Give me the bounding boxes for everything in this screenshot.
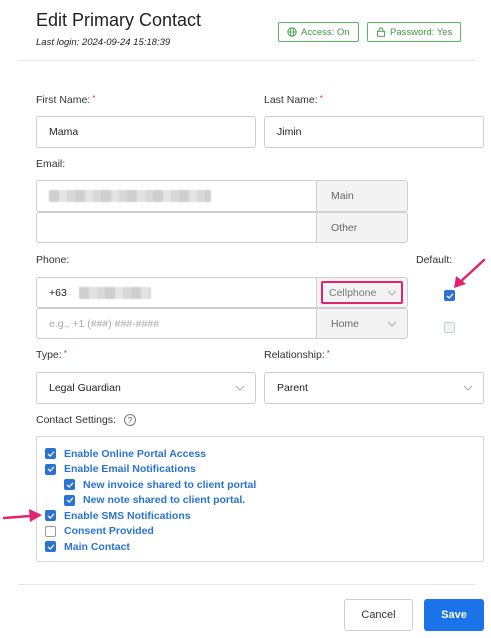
last-name-value: Jimin: [277, 126, 302, 138]
setting-label: Main Contact: [64, 540, 130, 553]
check-icon: [47, 451, 54, 457]
setting-row[interactable]: Enable Email Notifications: [45, 462, 256, 478]
header-divider: [18, 60, 475, 61]
setting-label: New note shared to client portal.: [83, 494, 246, 507]
required-mark: *: [326, 349, 330, 358]
setting-label: Enable Online Portal Access: [64, 447, 206, 460]
last-name-input[interactable]: Jimin: [264, 116, 484, 148]
setting-row[interactable]: Enable Online Portal Access: [45, 446, 256, 462]
contact-settings-label-text: Contact Settings:: [36, 414, 116, 426]
phone-type-select-1[interactable]: Cellphone: [316, 277, 408, 308]
setting-checkbox[interactable]: [45, 525, 56, 537]
access-badge: Access: On: [278, 22, 359, 42]
setting-checkbox[interactable]: [64, 479, 75, 491]
type-label: Type: *: [36, 349, 67, 361]
phone-type-select-2[interactable]: Home: [316, 308, 408, 339]
setting-row[interactable]: New note shared to client portal.: [45, 493, 256, 509]
setting-label: Enable Email Notifications: [64, 463, 196, 476]
lock-icon: [377, 27, 385, 37]
phone-input-1[interactable]: +63: [36, 277, 317, 308]
help-icon[interactable]: ?: [123, 414, 136, 426]
setting-row[interactable]: Enable SMS Notifications: [45, 508, 256, 524]
redacted-email: [49, 190, 211, 202]
setting-label: Enable SMS Notifications: [64, 509, 191, 522]
last-name-label-text: Last Name:: [264, 94, 318, 106]
annotation-arrow-icon: [2, 509, 42, 522]
footer-divider: [18, 584, 475, 585]
chevron-down-icon: [387, 290, 397, 296]
globe-icon: [287, 27, 297, 37]
default-phone-checkbox-2[interactable]: [444, 322, 455, 333]
type-label-text: Type:: [36, 349, 62, 361]
default-label: Default:: [416, 254, 453, 266]
annotation-arrow-icon: [454, 258, 486, 288]
phone-prefix: +63: [49, 286, 67, 299]
first-name-label: First Name: *: [36, 94, 95, 106]
email-main-tag: Main: [316, 180, 408, 212]
setting-checkbox[interactable]: [64, 494, 75, 506]
first-name-input[interactable]: Mama: [36, 116, 256, 148]
phone-input-2[interactable]: e.g., +1 (###) ###-####: [36, 308, 317, 339]
phone-type-highlight: Cellphone: [321, 281, 403, 304]
first-name-label-text: First Name:: [36, 94, 91, 106]
contact-settings-label: Contact Settings: ?: [36, 414, 136, 426]
check-icon: [47, 544, 54, 550]
setting-checkbox[interactable]: [45, 448, 56, 460]
email-other-input[interactable]: [36, 212, 317, 243]
first-name-value: Mama: [49, 126, 79, 138]
save-button[interactable]: Save: [424, 599, 484, 631]
check-icon: [66, 482, 73, 488]
email-other-tag: Other: [316, 212, 408, 243]
password-badge-label: Password: Yes: [390, 26, 453, 38]
email-main-input[interactable]: [36, 180, 317, 212]
chevron-down-icon: [235, 385, 245, 391]
relationship-label: Relationship: *: [264, 349, 330, 361]
cancel-button[interactable]: Cancel: [344, 599, 413, 631]
relationship-label-text: Relationship:: [264, 349, 325, 361]
contact-settings-box: Enable Online Portal Access Enable Email …: [36, 436, 484, 562]
relationship-value: Parent: [277, 382, 308, 394]
phone-label: Phone:: [36, 254, 70, 266]
setting-checkbox[interactable]: [45, 463, 56, 475]
required-mark: *: [92, 94, 96, 103]
check-icon: [47, 513, 54, 519]
redacted-phone: [78, 286, 151, 299]
last-name-label: Last Name: *: [264, 94, 323, 106]
setting-label: New invoice shared to client portal: [83, 478, 257, 491]
check-icon: [47, 466, 54, 473]
phone-placeholder: e.g., +1 (###) ###-####: [49, 317, 160, 330]
setting-row[interactable]: New invoice shared to client portal: [45, 477, 256, 493]
check-icon: [446, 292, 453, 299]
chevron-down-icon: [463, 385, 473, 391]
type-value: Legal Guardian: [49, 382, 121, 394]
contact-settings-list: Enable Online Portal Access Enable Email …: [45, 446, 256, 555]
phone-type-1-value: Cellphone: [329, 286, 377, 299]
setting-checkbox[interactable]: [45, 541, 56, 553]
last-login-text: Last login: 2024-09-24 15:18:39: [36, 37, 171, 48]
password-badge: Password: Yes: [367, 22, 462, 42]
required-mark: *: [319, 94, 323, 103]
dialog-title: Edit Primary Contact: [36, 10, 202, 30]
setting-row[interactable]: Consent Provided: [45, 524, 256, 540]
check-icon: [66, 497, 73, 504]
setting-checkbox[interactable]: [45, 510, 56, 522]
relationship-select[interactable]: Parent: [264, 372, 484, 404]
access-badge-label: Access: On: [301, 26, 350, 38]
email-label: Email:: [36, 158, 66, 170]
phone-type-2-value: Home: [331, 317, 360, 330]
setting-label: Consent Provided: [64, 525, 154, 538]
type-select[interactable]: Legal Guardian: [36, 372, 256, 404]
setting-row[interactable]: Main Contact: [45, 539, 256, 555]
chevron-down-icon: [387, 321, 397, 327]
required-mark: *: [63, 349, 67, 358]
